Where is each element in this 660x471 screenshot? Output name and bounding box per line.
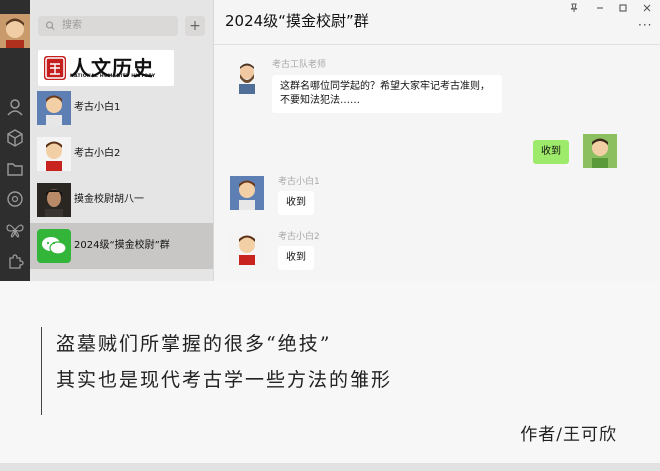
article-caption: 盗墓贼们所掌握的很多“绝技” 其实也是现代考古学一些方法的雏形 作者/王可欣: [0, 281, 660, 471]
cube-icon[interactable]: [4, 127, 26, 149]
search-icon: [45, 16, 55, 44]
message-sender: 考古小白1: [278, 177, 320, 187]
minimize-icon[interactable]: [595, 3, 605, 16]
chat-title: 2024级“摸金校尉”群: [225, 12, 369, 30]
list-item[interactable]: 摸金校尉胡八一: [30, 177, 213, 223]
message-text: 收到: [286, 197, 306, 208]
logo-seal: [44, 56, 66, 80]
sidebar-rail: [0, 0, 30, 281]
avatar: [37, 91, 71, 125]
add-chat-button[interactable]: +: [185, 16, 205, 36]
list-item-label: 考古小白2: [74, 148, 121, 159]
user-avatar[interactable]: [0, 14, 30, 48]
avatar[interactable]: [230, 60, 264, 94]
my-message-bubble[interactable]: 收到: [533, 140, 569, 164]
message-text: 收到: [541, 146, 561, 157]
group-chat-icon: [37, 229, 71, 263]
maximize-icon[interactable]: [618, 3, 628, 16]
list-item-label: 考古小白1: [74, 102, 121, 113]
caption-line-2: 其实也是现代考古学一些方法的雏形: [56, 369, 393, 391]
message-text-line: 这群名哪位同学起的？希望大家牢记考古准则，: [280, 81, 490, 92]
butterfly-icon[interactable]: [4, 219, 26, 241]
message-text: 收到: [286, 252, 306, 263]
list-item-active[interactable]: 2024级“摸金校尉”群: [30, 223, 213, 269]
logo-title-en: NATIONAL HUMANITY HISTORY: [70, 74, 156, 79]
message-sender: 考古小白2: [278, 232, 320, 242]
message-bubble[interactable]: 这群名哪位同学起的？希望大家牢记考古准则， 不要知法犯法……: [272, 75, 502, 113]
list-item-label: 2024级“摸金校尉”群: [74, 240, 170, 251]
avatar[interactable]: [230, 176, 264, 210]
pin-icon[interactable]: [569, 3, 579, 16]
avatar: [37, 137, 71, 171]
caption-divider: [41, 327, 42, 415]
conversation-list: 搜索 + 人文历史 NATIONAL HUMANITY HISTORY 考古小白…: [30, 0, 214, 281]
plugin-icon[interactable]: [4, 250, 26, 272]
message-sender: 考古工队老师: [272, 60, 327, 70]
magazine-logo: 人文历史 NATIONAL HUMANITY HISTORY: [38, 50, 174, 86]
chat-app-window: 搜索 + 人文历史 NATIONAL HUMANITY HISTORY 考古小白…: [0, 0, 660, 281]
list-item[interactable]: 考古小白2: [30, 131, 213, 177]
list-item-label: 摸金校尉胡八一: [74, 194, 144, 205]
bottom-bar: [0, 463, 660, 471]
folder-icon[interactable]: [4, 158, 26, 180]
search-input[interactable]: 搜索: [38, 16, 178, 36]
search-placeholder: 搜索: [62, 20, 82, 31]
avatar: [37, 183, 71, 217]
aperture-icon[interactable]: [4, 188, 26, 210]
list-item[interactable]: 考古小白1: [30, 85, 213, 131]
author-credit: 作者/王可欣: [520, 425, 617, 445]
my-avatar[interactable]: [583, 134, 617, 168]
message-bubble[interactable]: 收到: [278, 246, 314, 270]
contacts-icon[interactable]: [4, 96, 26, 118]
chat-header: 2024级“摸金校尉”群 ···: [214, 0, 660, 45]
caption-line-1: 盗墓贼们所掌握的很多“绝技”: [56, 333, 332, 355]
close-icon[interactable]: [642, 3, 652, 16]
chat-pane: 2024级“摸金校尉”群 ··· 考古工队老师 这群名哪位同学起的？希望大家牢记…: [214, 0, 660, 281]
message-bubble[interactable]: 收到: [278, 191, 314, 215]
avatar[interactable]: [230, 231, 264, 265]
more-options-icon[interactable]: ···: [638, 18, 652, 32]
message-text-line: 不要知法犯法……: [280, 95, 360, 106]
